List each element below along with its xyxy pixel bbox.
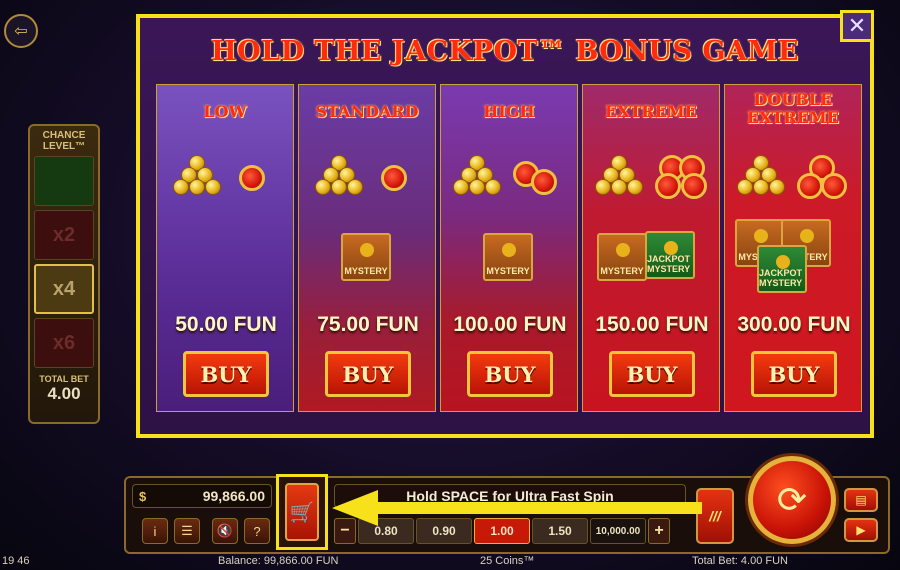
cart-icon: 🛒 xyxy=(289,501,315,524)
tier-price: 150.00 FUN xyxy=(595,313,709,336)
exit-button[interactable]: ⇦ xyxy=(4,14,38,48)
close-icon: ✕ xyxy=(847,13,867,38)
autoplay-button[interactable]: ▶ xyxy=(844,518,878,542)
red-coin-icon xyxy=(531,169,557,195)
red-coin-icon xyxy=(681,173,707,199)
info-icon: i xyxy=(153,523,157,539)
chance-slot-x6[interactable]: x6 xyxy=(34,318,94,368)
tier-price: 300.00 FUN xyxy=(737,313,851,336)
tier-high: HIGH MYSTERY 100.00 FUN BUY xyxy=(440,84,578,412)
chance-level-title: CHANCE LEVEL™ xyxy=(42,130,86,152)
menu-icon: ☰ xyxy=(181,523,193,538)
red-coin-icon xyxy=(821,173,847,199)
popup-title: HOLD THE JACKPOT™ BONUS GAME xyxy=(211,36,799,67)
menu-button[interactable]: ☰ xyxy=(174,518,200,544)
mystery-symbol: MYSTERY xyxy=(597,233,647,281)
buy-high-button[interactable]: BUY xyxy=(467,351,553,397)
tier-price: 75.00 FUN xyxy=(317,313,419,336)
game-screen: ⇦ CHANCE LEVEL™ x2 x4 x6 TOTAL BET 4.00 … xyxy=(0,0,900,570)
close-button[interactable]: ✕ xyxy=(840,10,874,42)
tier-standard: STANDARD MYSTERY 75.00 FUN BUY xyxy=(298,84,436,412)
mute-button[interactable]: 🔇 xyxy=(212,518,238,544)
tier-double-extreme: DOUBLE EXTREME MYSTERY MYSTERY JACKPOT M… xyxy=(724,84,862,412)
tier-extreme: EXTREME MYSTERY JACKPOT MYSTERY 150.00 F… xyxy=(582,84,720,412)
tier-name: STANDARD xyxy=(315,102,419,121)
settings-icon: ▤ xyxy=(855,493,867,507)
status-bar: 19 46 Balance: 99,866.00 FUN 25 Coins™ T… xyxy=(0,554,900,570)
status-total-bet: Total Bet: 4.00 FUN xyxy=(692,555,788,567)
chance-slot-x2[interactable]: x2 xyxy=(34,210,94,260)
pointer-arrow-icon xyxy=(332,490,702,526)
mute-icon: 🔇 xyxy=(216,523,234,538)
clock: 19 46 xyxy=(2,555,30,567)
balance-amount: 99,866.00 xyxy=(202,488,265,504)
red-coin-icon xyxy=(655,173,681,199)
chance-level-panel: CHANCE LEVEL™ x2 x4 x6 TOTAL BET 4.00 xyxy=(28,124,100,424)
red-coin-icon xyxy=(797,173,823,199)
jackpot-mystery-symbol: JACKPOT MYSTERY xyxy=(757,245,807,293)
status-coins: 25 Coins™ xyxy=(480,555,535,567)
tier-name: LOW xyxy=(203,102,247,121)
buy-double-extreme-button[interactable]: BUY xyxy=(751,351,837,397)
tier-price: 100.00 FUN xyxy=(453,313,567,336)
mystery-symbol: MYSTERY xyxy=(483,233,533,281)
tier-name: EXTREME xyxy=(605,102,697,121)
money-bag-icon: $ xyxy=(139,488,147,504)
buy-standard-button[interactable]: BUY xyxy=(325,351,411,397)
info-button[interactable]: i xyxy=(142,518,168,544)
turbo-icon: /// xyxy=(709,508,721,524)
total-bet-label: TOTAL BET xyxy=(39,374,89,384)
play-icon: ▶ xyxy=(856,523,866,537)
jackpot-mystery-symbol: JACKPOT MYSTERY xyxy=(645,231,695,279)
total-bet-value: 4.00 xyxy=(47,384,81,403)
buy-extreme-button[interactable]: BUY xyxy=(609,351,695,397)
tier-name: HIGH xyxy=(483,102,535,121)
buy-feature-button[interactable]: 🛒 xyxy=(276,474,328,550)
tier-price: 50.00 FUN xyxy=(175,313,277,336)
red-coin-icon xyxy=(239,165,265,191)
mystery-symbol: MYSTERY xyxy=(341,233,391,281)
buy-low-button[interactable]: BUY xyxy=(183,351,269,397)
tier-low: LOW 50.00 FUN BUY xyxy=(156,84,294,412)
chance-slot-1[interactable] xyxy=(34,156,94,206)
bonus-buy-popup: HOLD THE JACKPOT™ BONUS GAME ✕ LOW 50.00… xyxy=(136,10,874,438)
spin-button[interactable]: ⟳ xyxy=(748,456,836,544)
exit-door-icon: ⇦ xyxy=(14,23,28,40)
help-button[interactable]: ? xyxy=(244,518,270,544)
red-coin-icon xyxy=(381,165,407,191)
spin-arrows-icon: ⟳ xyxy=(776,479,808,520)
chance-slot-x4[interactable]: x4 xyxy=(34,264,94,314)
autoplay-settings-button[interactable]: ▤ xyxy=(844,488,878,512)
status-balance: Balance: 99,866.00 FUN xyxy=(218,555,339,567)
help-icon: ? xyxy=(253,523,261,539)
tier-name: DOUBLE EXTREME xyxy=(747,90,839,127)
balance-display: $ 99,866.00 xyxy=(132,484,272,508)
